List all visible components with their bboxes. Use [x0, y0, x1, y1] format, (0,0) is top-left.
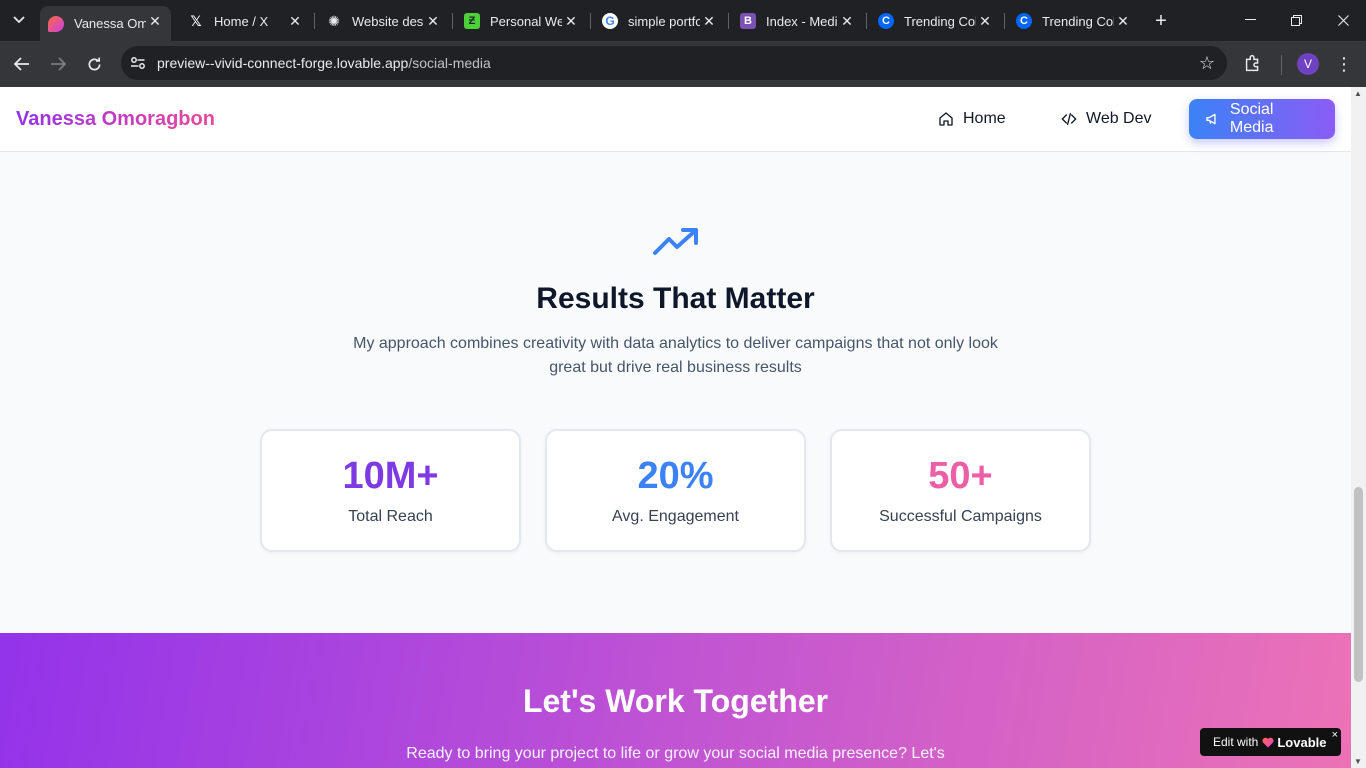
tab-title: Index - Medium: [766, 13, 838, 29]
stat-label: Avg. Engagement: [612, 508, 739, 525]
tab-vanessa[interactable]: Vanessa Omoragbon ✕: [40, 6, 171, 41]
close-tab-icon[interactable]: ✕: [287, 13, 303, 29]
stat-card-campaigns: 50+ Successful Campaigns: [830, 429, 1091, 552]
badge-prefix: Edit with: [1213, 735, 1259, 749]
openai-icon: ✺: [328, 12, 340, 29]
close-window-button[interactable]: [1320, 6, 1366, 34]
tab-divider: [452, 13, 453, 29]
tab-title: Personal Website: [490, 13, 562, 29]
stat-value: 10M+: [342, 455, 439, 497]
x-logo-icon: 𝕏: [190, 12, 202, 29]
tab-personal-website[interactable]: Ƶ Personal Website ✕: [456, 6, 587, 36]
tab-x[interactable]: 𝕏 Home / X ✕: [180, 6, 311, 36]
close-tab-icon[interactable]: ✕: [1115, 13, 1131, 29]
results-section: Results That Matter My approach combines…: [0, 152, 1351, 633]
tab-divider: [1004, 13, 1005, 29]
nav-social-media-link[interactable]: Social Media: [1189, 99, 1335, 139]
nav-home-link[interactable]: Home: [924, 100, 1020, 138]
profile-avatar[interactable]: V: [1297, 53, 1319, 75]
browser-tab-strip: Vanessa Omoragbon ✕ 𝕏 Home / X ✕ ✺ Websi…: [0, 0, 1366, 41]
tab-divider: [866, 13, 867, 29]
close-tab-icon[interactable]: ✕: [425, 13, 441, 29]
toolbar-divider: [1281, 55, 1282, 75]
url-path: /social-media: [408, 55, 491, 71]
tab-simple-portfolio[interactable]: G simple portfolio ✕: [594, 6, 725, 36]
restore-button[interactable]: [1273, 6, 1319, 34]
lovable-heart-icon: [48, 15, 64, 32]
tab-divider: [590, 13, 591, 29]
tab-title: Trending Colors: [1042, 13, 1114, 29]
tab-title: Trending Colors: [904, 13, 976, 29]
badge-close-icon[interactable]: ×: [1332, 729, 1338, 741]
back-button[interactable]: [8, 50, 36, 78]
stat-value: 20%: [637, 455, 714, 497]
coolors-icon: C: [1016, 13, 1032, 29]
tab-title: Website design: [352, 13, 424, 29]
close-tab-icon[interactable]: ✕: [147, 13, 163, 29]
url-host: preview--vivid-connect-forge.lovable.app: [157, 55, 409, 71]
cta-section: Let's Work Together Ready to bring your …: [0, 633, 1351, 768]
site-header: Vanessa Omoragbon Home Web Dev Social Me…: [0, 87, 1351, 152]
results-description: My approach combines creativity with dat…: [353, 335, 998, 376]
stat-card-engagement: 20% Avg. Engagement: [545, 429, 806, 552]
tab-divider: [728, 13, 729, 29]
close-tab-icon[interactable]: ✕: [563, 13, 579, 29]
nav-social-media-label: Social Media: [1229, 101, 1274, 136]
site-settings-icon[interactable]: [129, 54, 147, 72]
nav-webdev-link[interactable]: Web Dev: [1047, 100, 1166, 138]
results-title: Results That Matter: [536, 282, 815, 315]
new-tab-button[interactable]: +: [1150, 10, 1172, 32]
tab-divider: [314, 13, 315, 29]
stat-value: 50+: [928, 455, 993, 497]
page-scrollbar[interactable]: ▲ ▼: [1351, 87, 1366, 768]
close-tab-icon[interactable]: ✕: [977, 13, 993, 29]
code-icon: [1061, 113, 1077, 125]
stat-label: Total Reach: [348, 508, 433, 525]
lovable-heart-icon: [1262, 737, 1274, 747]
google-icon: G: [602, 13, 618, 29]
scroll-down-arrow-icon[interactable]: ▼: [1354, 757, 1362, 766]
nav-webdev-label: Web Dev: [1086, 110, 1152, 127]
bookmark-star-icon[interactable]: ☆: [1199, 53, 1215, 74]
tab-trending-colors-2[interactable]: C Trending Colors ✕: [1008, 6, 1139, 36]
browser-toolbar: preview--vivid-connect-forge.lovable.app…: [0, 41, 1366, 87]
nav-home-label: Home: [963, 110, 1006, 127]
page-viewport: Vanessa Omoragbon Home Web Dev Social Me…: [0, 87, 1351, 768]
tab-title: Home / X: [214, 13, 269, 29]
badge-brand: Lovable: [1277, 734, 1327, 750]
minimize-button[interactable]: [1227, 6, 1273, 34]
cta-title: Let's Work Together: [522, 683, 829, 719]
bootstrap-icon: B: [740, 13, 756, 29]
trending-up-icon: [653, 228, 698, 255]
tab-title: Vanessa Omoragbon: [74, 16, 146, 31]
brand-logo-text[interactable]: Vanessa Omoragbon: [16, 108, 215, 131]
stat-label: Successful Campaigns: [879, 508, 1042, 525]
close-tab-icon[interactable]: ✕: [839, 13, 855, 29]
browser-menu-icon[interactable]: ⋮: [1333, 52, 1355, 76]
scroll-up-arrow-icon[interactable]: ▲: [1354, 89, 1362, 98]
address-bar[interactable]: preview--vivid-connect-forge.lovable.app…: [121, 46, 1227, 80]
coolors-icon: C: [878, 13, 894, 29]
tab-website-design[interactable]: ✺ Website design ✕: [318, 6, 449, 36]
tab-search-icon[interactable]: [6, 8, 32, 32]
scrollbar-thumb[interactable]: [1354, 487, 1363, 682]
reload-button[interactable]: [80, 50, 108, 78]
extensions-icon[interactable]: [1242, 52, 1266, 76]
edit-with-lovable-badge[interactable]: Edit with Lovable ×: [1200, 728, 1341, 756]
green-app-icon: Ƶ: [464, 13, 480, 29]
cta-text: Ready to bring your project to life or g…: [406, 745, 945, 762]
close-tab-icon[interactable]: ✕: [701, 13, 717, 29]
forward-button[interactable]: [44, 50, 72, 78]
tab-trending-colors[interactable]: C Trending Colors ✕: [870, 6, 1001, 36]
megaphone-icon: [1206, 113, 1216, 125]
tab-title: simple portfolio: [628, 13, 700, 29]
stat-card-reach: 10M+ Total Reach: [260, 429, 521, 552]
url-text[interactable]: preview--vivid-connect-forge.lovable.app…: [157, 55, 491, 71]
tab-index-medium[interactable]: B Index - Medium ✕: [732, 6, 863, 36]
home-icon: [939, 112, 953, 126]
